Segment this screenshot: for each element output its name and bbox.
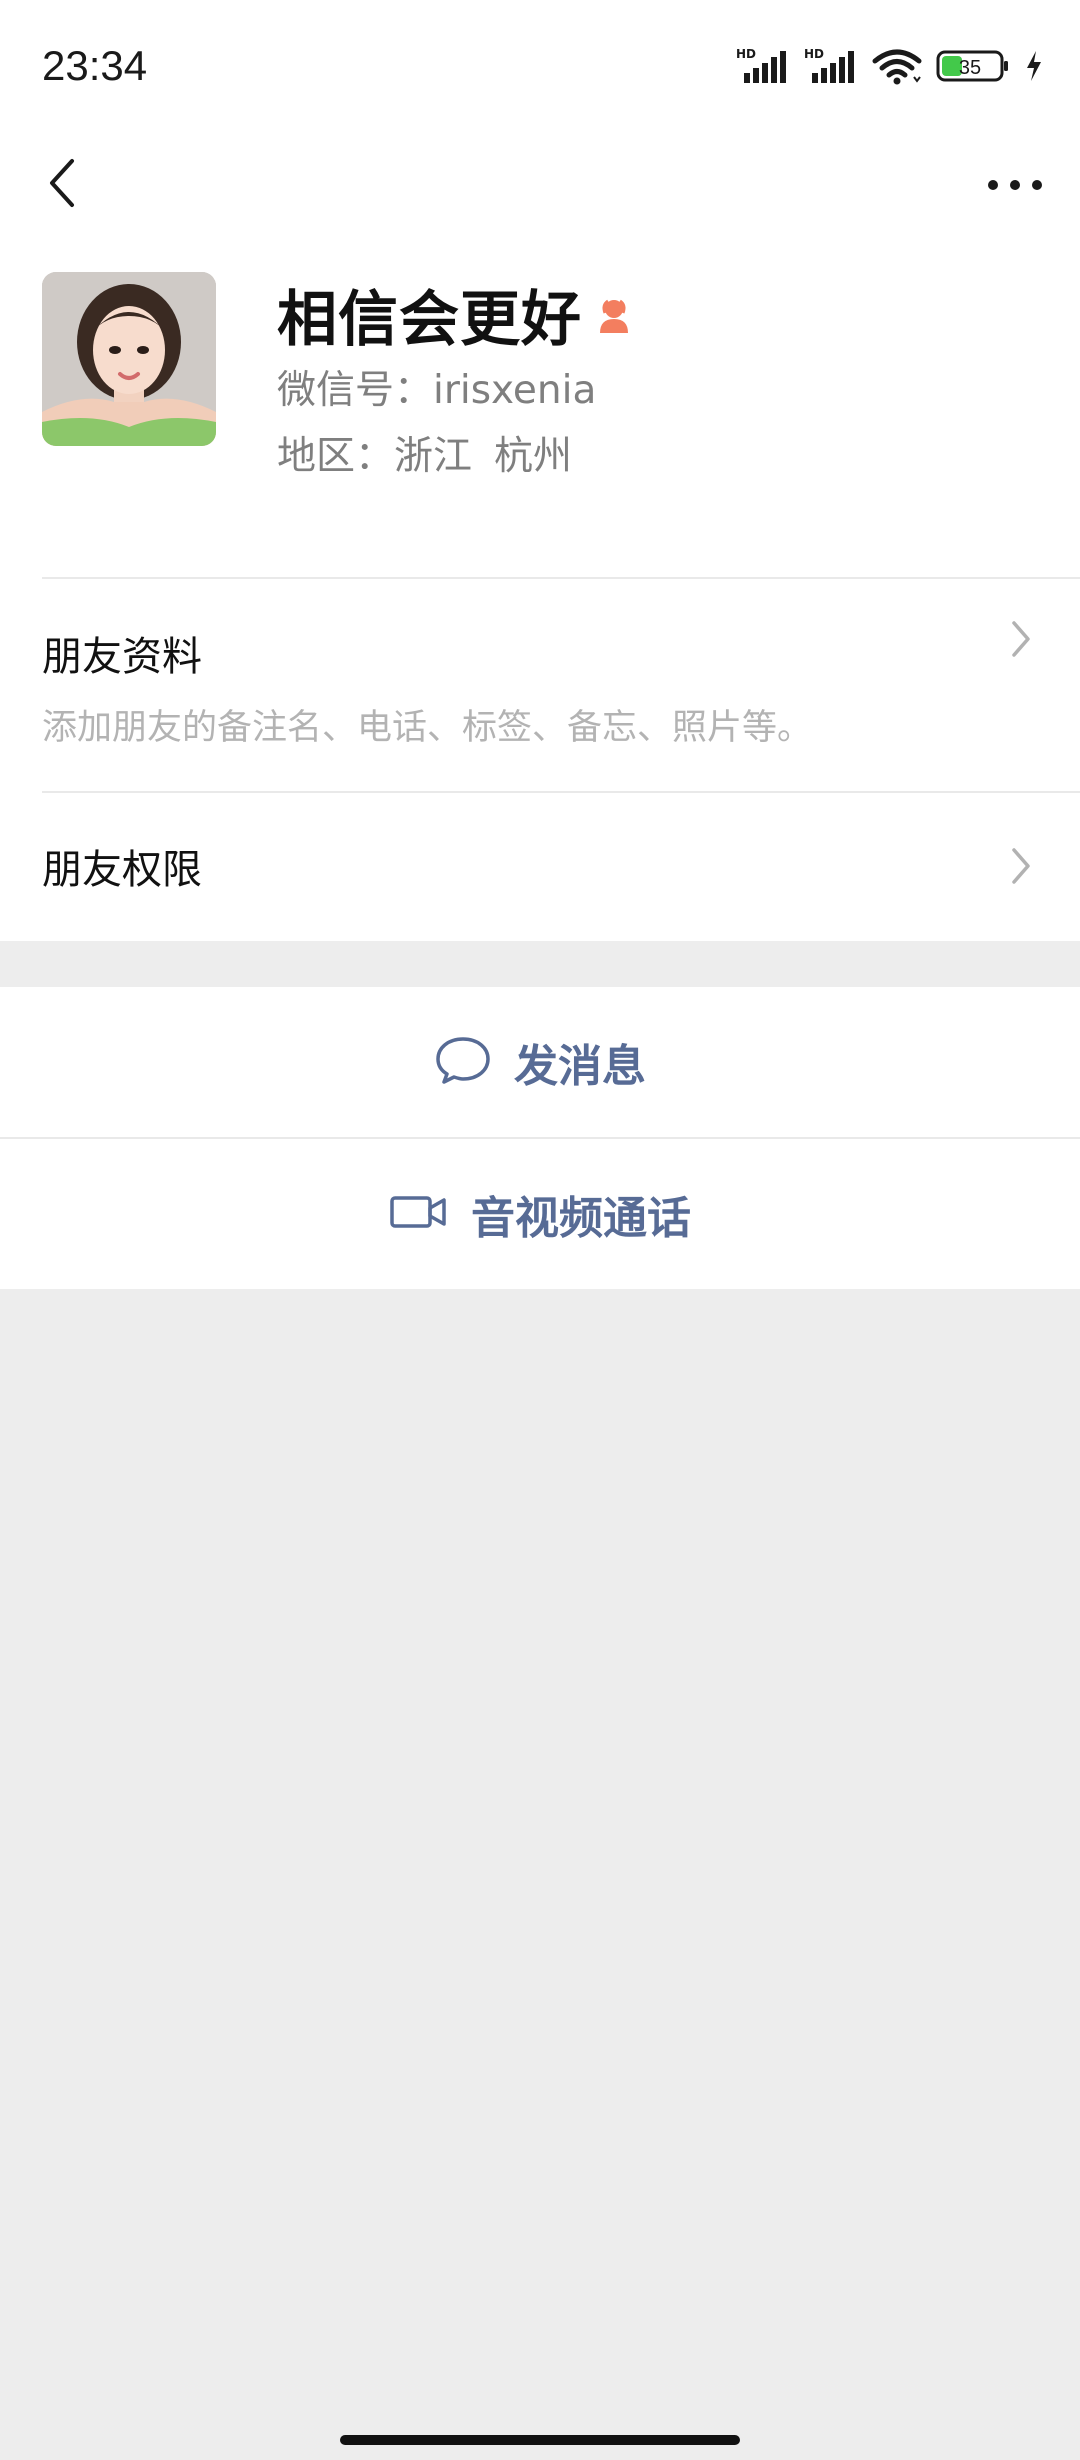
chevron-right-icon: [1010, 619, 1032, 663]
video-call-button[interactable]: 音视频通话: [0, 1139, 1080, 1289]
top-nav-bar: [0, 130, 1080, 240]
region-label: 地区：: [277, 434, 395, 479]
video-camera-icon: [389, 1192, 449, 1236]
battery-icon: 35: [936, 49, 1010, 83]
home-indicator[interactable]: [340, 2435, 740, 2445]
send-message-content: 发消息: [434, 1030, 646, 1094]
region: 地区：浙江 杭州: [277, 428, 1040, 486]
signal-hd-label: HD: [804, 47, 824, 61]
charging-icon: [1024, 49, 1044, 83]
video-call-label: 音视频通话: [471, 1193, 691, 1244]
profile-info: 相信会更好 微信号：irisxenia 地区：浙江 杭州: [277, 274, 1040, 486]
wechat-id: 微信号：irisxenia: [277, 368, 597, 413]
send-message-label: 发消息: [514, 1041, 646, 1092]
contact-profile-screen: 23:34 HD HD 35 相信会更好 微信号：irisxenia 地区：浙江…: [0, 0, 1080, 2460]
divider: [42, 791, 1080, 793]
status-bar: 23:34 HD HD 35: [0, 0, 1080, 130]
wifi-icon: [872, 47, 922, 85]
more-dots-icon: [987, 176, 1043, 195]
signal-hd-label: HD: [736, 47, 756, 61]
friend-permissions-title: 朋友权限: [42, 847, 202, 893]
video-call-content: 音视频通话: [389, 1182, 691, 1246]
divider: [42, 577, 1080, 579]
friend-info-cell[interactable]: 朋友资料 添加朋友的备注名、电话、标签、备忘、照片等。: [0, 577, 1080, 791]
nickname: 相信会更好: [277, 284, 582, 355]
friend-info-subtitle: 添加朋友的备注名、电话、标签、备忘、照片等。: [42, 708, 813, 748]
chevron-right-icon: [1010, 846, 1032, 890]
nickname-row: 相信会更好: [277, 274, 1040, 355]
chevron-left-icon: [46, 157, 80, 213]
send-message-button[interactable]: 发消息: [0, 987, 1080, 1137]
region-province: 浙江: [394, 434, 473, 479]
friend-permissions-cell[interactable]: 朋友权限: [0, 791, 1080, 941]
friend-info-title: 朋友资料: [42, 634, 202, 680]
signal-icon: HD: [804, 47, 858, 85]
avatar[interactable]: [42, 272, 216, 446]
battery-level: 35: [959, 57, 981, 79]
profile-card: 相信会更好 微信号：irisxenia 地区：浙江 杭州: [0, 240, 1080, 577]
status-icons: HD HD 35: [736, 46, 1044, 86]
chat-bubble-icon: [434, 1034, 492, 1090]
region-city: 杭州: [494, 434, 573, 479]
back-button[interactable]: [28, 140, 98, 230]
status-time: 23:34: [42, 42, 148, 89]
signal-icon: HD: [736, 47, 790, 85]
female-icon: [594, 295, 634, 339]
more-button[interactable]: [970, 140, 1060, 230]
